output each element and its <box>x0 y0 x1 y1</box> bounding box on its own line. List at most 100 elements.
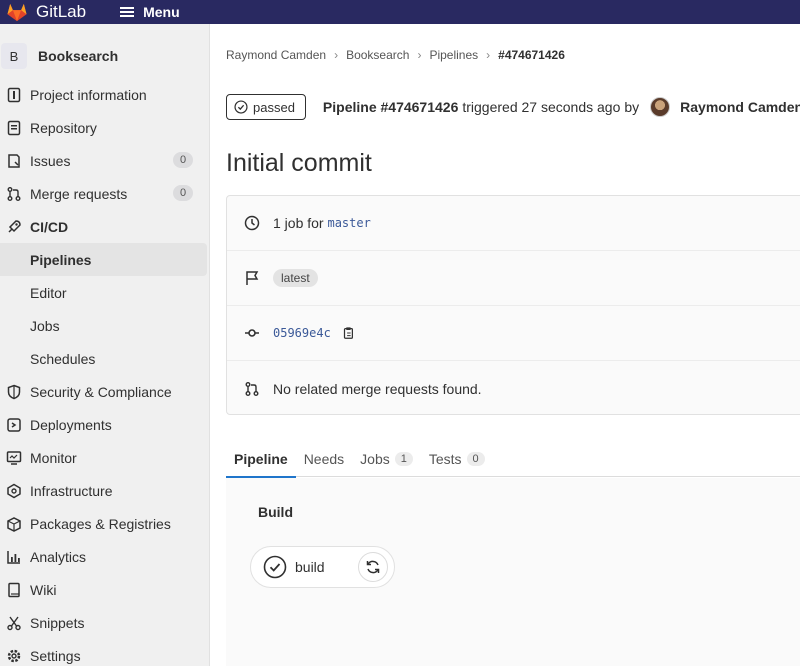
clock-icon <box>244 215 260 231</box>
chevron-right-icon: › <box>486 48 491 62</box>
retry-icon <box>366 560 380 574</box>
main-content: Raymond Camden › Booksearch › Pipelines … <box>211 24 800 666</box>
breadcrumb-item[interactable]: Pipelines <box>429 48 478 62</box>
latest-badge: latest <box>273 269 318 287</box>
tab-label: Needs <box>303 450 345 467</box>
sidebar-item-label: Pipelines <box>30 251 92 268</box>
tab-label: Tests <box>428 450 462 467</box>
sidebar-item-ci-cd[interactable]: CI/CD <box>0 210 207 243</box>
chevron-right-icon: › <box>417 48 422 62</box>
breadcrumb-item-current[interactable]: #474671426 <box>498 48 565 62</box>
sidebar-item-deployments[interactable]: Deployments <box>0 408 207 441</box>
tab-tests[interactable]: Tests 0 <box>429 441 485 477</box>
sidebar-item-editor[interactable]: Editor <box>0 276 207 309</box>
sidebar-item-label: Issues <box>30 152 71 169</box>
sidebar-item-label: Monitor <box>30 449 77 466</box>
check-circle-icon <box>234 100 248 114</box>
sidebar-item-project-information[interactable]: Project information <box>0 78 207 111</box>
avatar[interactable] <box>650 97 671 117</box>
sidebar-item-issues[interactable]: Issues 0 <box>0 144 207 177</box>
wiki-icon <box>6 582 22 598</box>
flag-icon <box>244 270 260 286</box>
job-build[interactable]: build <box>250 546 395 588</box>
sidebar-item-infrastructure[interactable]: Infrastructure <box>0 474 207 507</box>
hamburger-icon <box>120 7 135 17</box>
sidebar-item-repository[interactable]: Repository <box>0 111 207 144</box>
sidebar-item-label: Project information <box>30 86 147 103</box>
sidebar-item-label: Repository <box>30 119 97 136</box>
pipeline-id: Pipeline #474671426 <box>322 99 459 115</box>
sidebar-item-packages-registries[interactable]: Packages & Registries <box>0 507 207 540</box>
sidebar-project[interactable]: B Booksearch <box>0 40 210 72</box>
sidebar-item-label: Wiki <box>30 581 57 598</box>
brand-name: GitLab <box>36 2 87 21</box>
merge-requests-count-badge: 0 <box>173 185 193 201</box>
sidebar-item-label: Jobs <box>30 317 60 334</box>
no-merge-requests-text: No related merge requests found. <box>273 380 482 397</box>
status-badge[interactable]: passed <box>226 94 306 120</box>
tab-count-badge: 0 <box>466 451 485 466</box>
stage-title: Build <box>258 504 293 520</box>
pipeline-header: passed Pipeline #474671426 triggered 27 … <box>226 94 800 120</box>
pipeline-info-box: 1 job for master latest 05969e4c No rela… <box>226 195 800 415</box>
branch-link[interactable]: master <box>327 216 370 230</box>
settings-icon <box>6 648 22 664</box>
tab-jobs[interactable]: Jobs 1 <box>360 441 413 477</box>
tab-pipeline[interactable]: Pipeline <box>226 441 296 478</box>
monitor-icon <box>6 450 22 466</box>
analytics-icon <box>6 549 22 565</box>
sidebar-item-label: Packages & Registries <box>30 515 171 532</box>
gitlab-logo[interactable]: GitLab <box>6 0 86 24</box>
commit-sha-link[interactable]: 05969e4c <box>273 326 331 340</box>
pipeline-tabs: Pipeline Needs Jobs 1 Tests 0 <box>226 441 800 478</box>
chevron-right-icon: › <box>334 48 339 62</box>
retry-button[interactable] <box>358 552 388 582</box>
sidebar-item-monitor[interactable]: Monitor <box>0 441 207 474</box>
tab-label: Jobs <box>360 450 390 467</box>
sidebar-item-label: CI/CD <box>30 218 69 235</box>
tag-info-row: latest <box>227 251 800 306</box>
user-name-link[interactable]: Raymond Camden <box>680 99 800 115</box>
breadcrumb-item[interactable]: Raymond Camden <box>226 48 326 62</box>
snippets-icon <box>6 615 22 631</box>
sidebar-item-wiki[interactable]: Wiki <box>0 573 207 606</box>
sidebar-item-label: Schedules <box>30 350 96 367</box>
commit-icon <box>244 325 260 341</box>
merge-requests-info-row: No related merge requests found. <box>227 361 800 416</box>
sidebar-item-settings[interactable]: Settings <box>0 639 207 666</box>
status-label: passed <box>253 99 295 115</box>
infrastructure-icon <box>6 483 22 499</box>
sidebar-item-label: Settings <box>30 647 81 664</box>
tab-needs[interactable]: Needs <box>304 441 344 477</box>
by-text: by <box>624 99 640 115</box>
tab-count-badge: 1 <box>394 451 413 466</box>
sidebar-item-pipelines[interactable]: Pipelines <box>0 243 207 276</box>
sidebar-item-merge-requests[interactable]: Merge requests 0 <box>0 177 207 210</box>
sidebar-item-label: Merge requests <box>30 185 128 202</box>
tanuki-icon <box>7 3 27 22</box>
project-name: Booksearch <box>38 48 119 64</box>
menu-button[interactable]: Menu <box>120 4 180 20</box>
project-avatar: B <box>1 43 27 69</box>
triggered-text: triggered 27 seconds ago <box>462 99 621 115</box>
sidebar-item-label: Analytics <box>30 548 87 565</box>
check-circle-icon <box>263 555 287 579</box>
breadcrumb-item[interactable]: Booksearch <box>346 48 409 62</box>
sidebar-item-snippets[interactable]: Snippets <box>0 606 207 639</box>
rocket-icon <box>6 219 22 235</box>
job-name: build <box>295 559 325 575</box>
top-bar: GitLab Menu <box>0 0 800 24</box>
copy-icon[interactable] <box>341 326 355 340</box>
sidebar-item-label: Infrastructure <box>30 482 113 499</box>
breadcrumb: Raymond Camden › Booksearch › Pipelines … <box>226 48 565 62</box>
sidebar-item-label: Snippets <box>30 614 85 631</box>
sidebar-item-security-compliance[interactable]: Security & Compliance <box>0 375 207 408</box>
sidebar-item-jobs[interactable]: Jobs <box>0 309 207 342</box>
sidebar-item-schedules[interactable]: Schedules <box>0 342 207 375</box>
sidebar: B Booksearch Project information Reposit… <box>0 24 210 666</box>
tab-label: Pipeline <box>234 450 288 467</box>
merge-request-icon <box>6 186 22 202</box>
repository-icon <box>6 120 22 136</box>
menu-label: Menu <box>143 4 180 20</box>
sidebar-item-analytics[interactable]: Analytics <box>0 540 207 573</box>
